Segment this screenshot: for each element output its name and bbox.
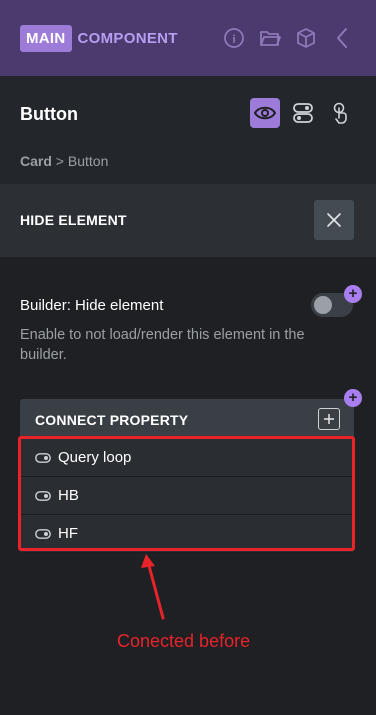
list-item[interactable]: HF xyxy=(20,515,354,553)
info-icon[interactable]: i xyxy=(222,26,246,50)
connect-plus-button[interactable]: + xyxy=(344,285,362,303)
close-button[interactable] xyxy=(314,200,354,240)
breadcrumb: Card > Button xyxy=(20,153,108,169)
toggle-knob xyxy=(314,296,332,314)
section-title: HIDE ELEMENT xyxy=(20,212,127,228)
toggles-icon[interactable] xyxy=(288,98,318,128)
hide-element-description: Enable to not load/render this element i… xyxy=(20,327,305,363)
breadcrumb-current: Button xyxy=(67,153,109,169)
mode-switcher xyxy=(250,98,356,128)
connect-property-title: CONNECT PROPERTY xyxy=(35,412,189,428)
app-header: MAIN COMPONENT i xyxy=(0,0,376,76)
section-header: HIDE ELEMENT xyxy=(0,184,376,257)
chevron-left-icon[interactable] xyxy=(330,26,354,50)
eye-icon[interactable] xyxy=(250,98,280,128)
toggle-icon xyxy=(35,528,51,539)
close-icon xyxy=(327,213,341,227)
panel-head: Button Card > Button xyxy=(0,76,376,184)
component-label: COMPONENT xyxy=(77,29,178,47)
breadcrumb-separator: > xyxy=(55,153,64,169)
list-item[interactable]: HB xyxy=(20,477,354,515)
connect-property-header: CONNECT PROPERTY xyxy=(20,399,354,439)
touch-icon[interactable] xyxy=(326,98,356,128)
folder-icon[interactable] xyxy=(258,26,282,50)
cube-icon[interactable] xyxy=(294,26,318,50)
toggle-icon xyxy=(35,490,51,501)
toggle-icon xyxy=(35,452,51,463)
annotation-text: Conected before xyxy=(117,631,251,651)
annotation-arrow xyxy=(141,554,165,620)
list-item-label: HF xyxy=(58,525,78,542)
element-title: Button xyxy=(20,104,78,124)
breadcrumb-parent[interactable]: Card xyxy=(20,153,52,169)
plus-icon xyxy=(324,414,334,424)
list-item[interactable]: Query loop xyxy=(20,439,354,477)
main-badge: MAIN xyxy=(20,24,72,52)
hide-element-label: Builder: Hide element xyxy=(20,297,164,314)
header-icons: i xyxy=(222,26,354,50)
list-item-label: HB xyxy=(58,487,79,504)
connection-list: Query loop HB HF xyxy=(20,439,354,553)
connect-plus-button-2[interactable]: + xyxy=(344,389,362,407)
connect-add-button[interactable] xyxy=(318,408,340,430)
list-item-label: Query loop xyxy=(58,449,132,466)
svg-text:i: i xyxy=(232,32,236,46)
